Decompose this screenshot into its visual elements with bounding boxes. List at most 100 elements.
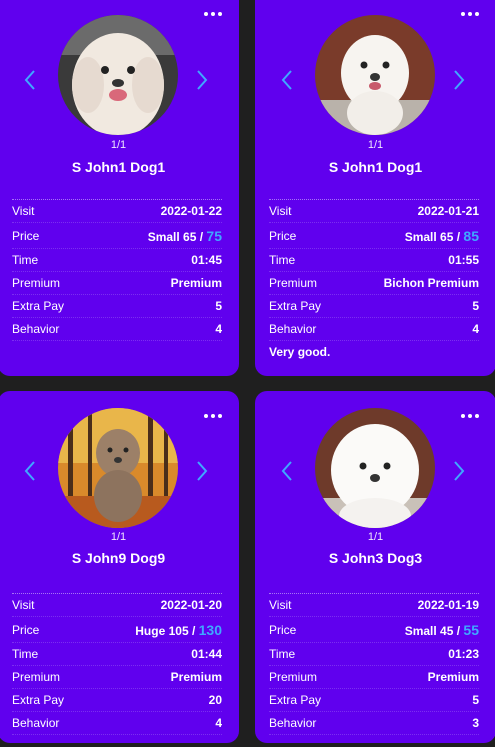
- dog-name: S John1 Dog1: [328, 159, 423, 175]
- more-options-icon[interactable]: [203, 8, 223, 20]
- behavior-value: 4: [472, 322, 479, 336]
- visit-row: Visit 2022-01-19: [269, 594, 479, 617]
- visit-label: Visit: [269, 598, 292, 612]
- extra-pay-value: 5: [215, 299, 222, 313]
- visit-value: 2022-01-20: [160, 598, 222, 612]
- chevron-left-icon[interactable]: [279, 459, 295, 483]
- chevron-right-icon[interactable]: [451, 68, 467, 92]
- behavior-label: Behavior: [269, 322, 317, 336]
- visit-value: 2022-01-22: [160, 204, 222, 218]
- more-options-icon[interactable]: [460, 410, 480, 422]
- chevron-left-icon[interactable]: [22, 459, 38, 483]
- groom-record-card: 1/1 S John1 Dog1 Visit 2022-01-21 Price Sm…: [255, 0, 495, 376]
- price-row: Price Small 65 / 85: [269, 223, 479, 249]
- time-row: Time 01:55: [269, 249, 479, 272]
- extra-pay-label: Extra Pay: [269, 299, 322, 313]
- price-total: 130: [198, 621, 222, 638]
- groom-record-card: 1/1 S John1 Dog1 Visit 2022-01-22 Price Sm…: [0, 0, 239, 376]
- visit-details: Visit 2022-01-20 Price Huge 105 / 130 Time…: [12, 593, 222, 735]
- visit-details: Visit 2022-01-22 Price Small 65 / 75 Time 0…: [12, 199, 222, 341]
- visit-value: 2022-01-19: [417, 598, 479, 612]
- premium-row: Premium Bichon Premium: [269, 272, 479, 295]
- dog-name: S John3 Dog3: [328, 550, 423, 566]
- photo-pager: 1/1: [110, 531, 127, 543]
- photo-pager: 1/1: [367, 531, 384, 543]
- price-value: Small 45 / 55: [405, 622, 479, 638]
- groom-record-card: 1/1 S John9 Dog9 Visit 2022-01-20 Price Hu…: [0, 391, 239, 743]
- premium-label: Premium: [269, 670, 318, 684]
- premium-row: Premium Premium: [12, 666, 222, 689]
- time-value: 01:55: [448, 253, 479, 267]
- behavior-label: Behavior: [12, 322, 60, 336]
- time-value: 01:44: [191, 647, 222, 661]
- time-row: Time 01:23: [269, 643, 479, 666]
- premium-value: Bichon Premium: [383, 276, 479, 290]
- extra-pay-label: Extra Pay: [12, 693, 65, 707]
- photo-pager: 1/1: [367, 139, 384, 151]
- extra-pay-row: Extra Pay 5: [12, 295, 222, 318]
- behavior-row: Behavior 4: [12, 712, 222, 735]
- time-value: 01:45: [191, 253, 222, 267]
- visit-value: 2022-01-21: [417, 204, 479, 218]
- dog-name: S John9 Dog9: [71, 550, 166, 566]
- dog-photo[interactable]: [58, 408, 178, 528]
- behavior-row: Behavior 3: [269, 712, 479, 735]
- dog-photo[interactable]: [58, 15, 178, 135]
- chevron-right-icon[interactable]: [194, 68, 210, 92]
- price-base: Small 45 /: [404, 623, 461, 638]
- visit-note: Very good.: [269, 345, 331, 359]
- behavior-row: Behavior 4: [269, 318, 479, 341]
- extra-pay-row: Extra Pay 5: [269, 295, 479, 318]
- extra-pay-row: Extra Pay 20: [12, 689, 222, 712]
- dog-name: S John1 Dog1: [71, 159, 166, 175]
- price-label: Price: [269, 228, 297, 243]
- more-options-icon[interactable]: [460, 8, 480, 20]
- price-total: 55: [463, 621, 479, 638]
- time-label: Time: [269, 647, 296, 661]
- visit-label: Visit: [12, 204, 35, 218]
- premium-label: Premium: [12, 276, 61, 290]
- price-row: Price Small 45 / 55: [269, 617, 479, 643]
- price-value: Small 65 / 85: [405, 228, 479, 244]
- chevron-left-icon[interactable]: [279, 68, 295, 92]
- time-row: Time 01:45: [12, 249, 222, 272]
- dog-photo[interactable]: [315, 408, 435, 528]
- price-value: Small 65 / 75: [148, 228, 222, 244]
- groom-record-grid: 1/1 S John1 Dog1 Visit 2022-01-22 Price Sm…: [0, 0, 495, 747]
- price-label: Price: [12, 228, 40, 243]
- chevron-left-icon[interactable]: [22, 68, 38, 92]
- behavior-value: 4: [215, 322, 222, 336]
- premium-value: Premium: [427, 670, 479, 684]
- extra-pay-value: 20: [208, 693, 222, 707]
- behavior-label: Behavior: [12, 716, 60, 730]
- price-base: Huge 105 /: [135, 623, 196, 638]
- chevron-right-icon[interactable]: [451, 459, 467, 483]
- time-value: 01:23: [448, 647, 479, 661]
- dog-photo[interactable]: [315, 15, 435, 135]
- chevron-right-icon[interactable]: [194, 459, 210, 483]
- behavior-row: Behavior 4: [12, 318, 222, 341]
- time-label: Time: [12, 253, 39, 267]
- extra-pay-value: 5: [472, 299, 479, 313]
- more-options-icon[interactable]: [203, 410, 223, 422]
- time-row: Time 01:44: [12, 643, 222, 666]
- price-total: 85: [463, 227, 479, 244]
- price-label: Price: [269, 622, 297, 637]
- visit-label: Visit: [269, 204, 292, 218]
- visit-label: Visit: [12, 598, 35, 612]
- extra-pay-label: Extra Pay: [12, 299, 65, 313]
- visit-row: Visit 2022-01-21: [269, 200, 479, 223]
- time-label: Time: [12, 647, 39, 661]
- premium-label: Premium: [12, 670, 61, 684]
- visit-details: Visit 2022-01-19 Price Small 45 / 55 Time 0…: [269, 593, 479, 735]
- price-base: Small 65 /: [404, 229, 461, 244]
- price-total: 75: [206, 227, 222, 244]
- premium-row: Premium Premium: [12, 272, 222, 295]
- time-label: Time: [269, 253, 296, 267]
- behavior-value: 4: [215, 716, 222, 730]
- extra-pay-label: Extra Pay: [269, 693, 322, 707]
- premium-row: Premium Premium: [269, 666, 479, 689]
- price-row: Price Huge 105 / 130: [12, 617, 222, 643]
- visit-row: Visit 2022-01-22: [12, 200, 222, 223]
- behavior-label: Behavior: [269, 716, 317, 730]
